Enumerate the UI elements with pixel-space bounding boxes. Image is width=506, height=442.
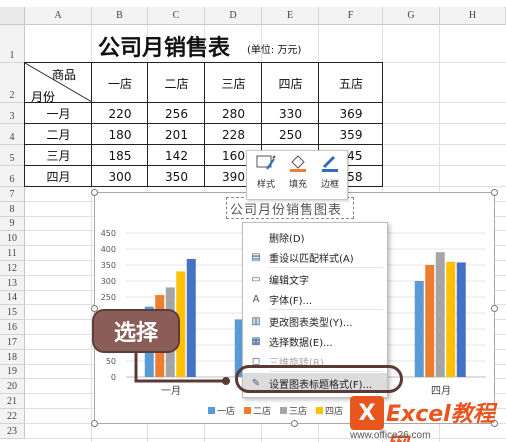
callout-label: 选择 (92, 309, 180, 353)
watermark-url: www.office26.com (350, 430, 431, 441)
watermark-logo: X (350, 396, 384, 430)
spreadsheet: ABCDEFGH 1 2 3 4 5 6 7 8 9 10 11 12 13 14 15 16 17 18 19 20… (0, 0, 506, 442)
callout-highlight (235, 365, 403, 393)
watermark: X Excel教程网 www.office26.com (350, 396, 500, 442)
